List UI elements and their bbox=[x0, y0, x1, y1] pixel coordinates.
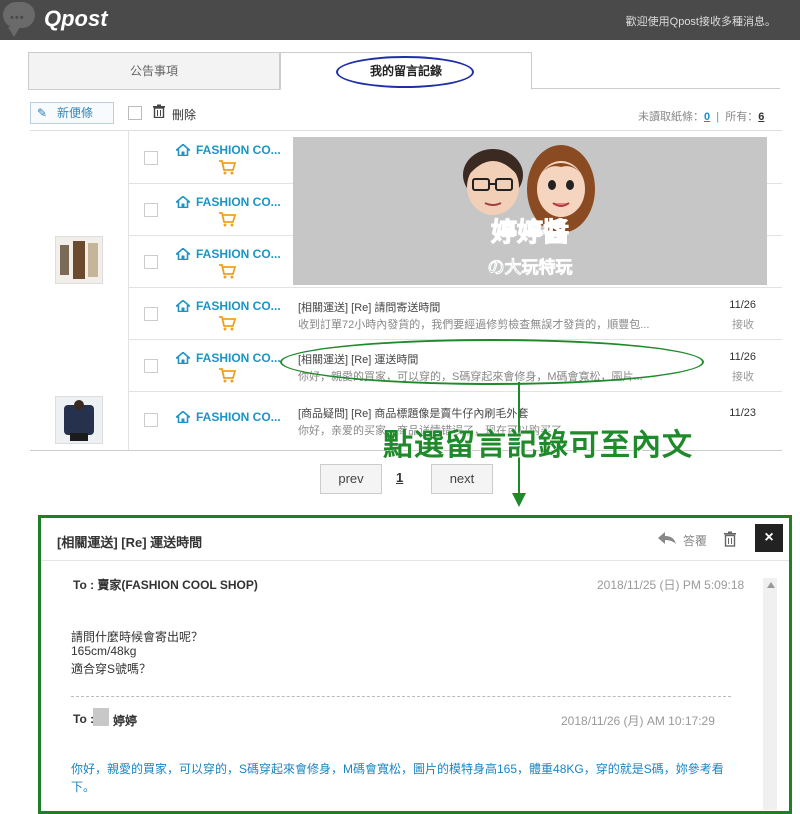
message-separator bbox=[71, 696, 731, 697]
cart-icon[interactable] bbox=[218, 211, 236, 227]
blog-watermark-image: 婷婷醬 の大玩特玩 bbox=[293, 137, 767, 285]
watermark-subtitle: の大玩特玩 bbox=[488, 257, 573, 278]
watermark-title: 婷婷醬 bbox=[491, 217, 569, 248]
message-body-line: 165cm/48kg bbox=[71, 644, 137, 658]
shop-name[interactable]: FASHION CO... bbox=[196, 195, 281, 209]
shop-name[interactable]: FASHION CO... bbox=[196, 351, 281, 365]
message-title: [相關運送] [Re] 運送時間 bbox=[57, 535, 203, 550]
shop-home-icon bbox=[176, 352, 190, 364]
count-separator: | bbox=[716, 111, 720, 123]
new-note-label: 新便條 bbox=[57, 106, 94, 120]
pencil-icon: ✎ bbox=[37, 106, 48, 120]
shop-name[interactable]: FASHION CO... bbox=[196, 299, 281, 313]
message-subject[interactable]: [相關運送] [Re] 請問寄送時間 bbox=[298, 299, 440, 315]
select-all-checkbox[interactable] bbox=[128, 106, 142, 120]
message-date: 11/23 bbox=[729, 407, 756, 419]
message-preview[interactable]: 收到訂單72小時內發貨的，我們要經過修剪檢查無誤才發貨的，順豐包... bbox=[298, 316, 649, 332]
message-counts: 未讀取紙條：0 | 所有：6 bbox=[638, 108, 764, 124]
redacted-name-block bbox=[93, 708, 109, 726]
shop-home-icon bbox=[176, 248, 190, 260]
logo-dots: ••• bbox=[10, 12, 25, 24]
message-timestamp: 2018/11/25 (日) PM 5:09:18 bbox=[597, 578, 745, 592]
header-divider bbox=[41, 560, 789, 561]
tab-announcements[interactable]: 公告事項 bbox=[28, 52, 280, 90]
message-recipient: To : 賣家(FASHION COOL SHOP) bbox=[73, 578, 258, 592]
new-note-button[interactable]: ✎ 新便條 bbox=[30, 102, 114, 124]
reply-body: 你好，親愛的買家，可以穿的，S碼穿起來會修身，M碼會寬松，圖片的模特身高165，… bbox=[71, 762, 724, 794]
total-label: 所有： bbox=[725, 111, 759, 123]
reply-timestamp: 2018/11/26 (月) AM 10:17:29 bbox=[561, 714, 715, 728]
reply-button[interactable]: 答覆 bbox=[683, 532, 707, 549]
page-number[interactable]: 1 bbox=[396, 470, 403, 485]
message-date: 11/26 bbox=[729, 351, 756, 363]
shop-home-icon bbox=[176, 144, 190, 156]
row-checkbox[interactable] bbox=[144, 359, 158, 373]
message-row[interactable]: FASHION CO... [相關運送] [Re] 請問寄送時間 收到訂單72小時內… bbox=[128, 287, 782, 340]
reply-icon[interactable] bbox=[657, 531, 677, 545]
cart-icon[interactable] bbox=[218, 315, 236, 331]
delete-button[interactable]: 刪除 bbox=[172, 106, 196, 123]
shop-name[interactable]: FASHION CO... bbox=[196, 247, 281, 261]
message-body-line: 請問什麼時候會寄出呢？ bbox=[71, 630, 204, 644]
row-checkbox[interactable] bbox=[144, 307, 158, 321]
shop-name[interactable]: FASHION CO... bbox=[196, 143, 281, 157]
reply-recipient-name: 婷婷 bbox=[113, 714, 138, 728]
message-subject[interactable]: [商品疑問] [Re] 商品標題像是賣牛仔內刷毛外套 bbox=[298, 405, 528, 421]
annotation-tab-circle bbox=[336, 56, 474, 88]
unread-count[interactable]: 0 bbox=[704, 111, 710, 123]
next-page-button[interactable]: next bbox=[431, 464, 493, 494]
total-count[interactable]: 6 bbox=[758, 111, 764, 123]
message-status: 接收 bbox=[732, 371, 754, 383]
cart-icon[interactable] bbox=[218, 159, 236, 175]
cart-icon[interactable] bbox=[218, 367, 236, 383]
message-detail-panel: [相關運送] [Re] 運送時間 答覆 × To : 賣家(FASHION CO… bbox=[38, 515, 792, 814]
unread-label: 未讀取紙條： bbox=[638, 111, 704, 123]
row-checkbox[interactable] bbox=[144, 203, 158, 217]
message-body-line: 適合穿S號嗎？ bbox=[71, 662, 152, 676]
product-thumbnail[interactable] bbox=[55, 396, 103, 444]
shop-home-icon bbox=[176, 300, 190, 312]
product-thumbnail[interactable] bbox=[55, 236, 103, 284]
shop-home-icon bbox=[176, 196, 190, 208]
trash-icon[interactable] bbox=[723, 531, 737, 547]
annotation-text: 點選留言記錄可至內文 bbox=[383, 429, 693, 462]
cart-icon[interactable] bbox=[218, 263, 236, 279]
annotation-arrowhead bbox=[512, 493, 526, 507]
scrollbar[interactable] bbox=[763, 578, 777, 810]
row-checkbox[interactable] bbox=[144, 255, 158, 269]
message-date: 11/26 bbox=[729, 299, 756, 311]
message-status: 接收 bbox=[732, 319, 754, 331]
app-logo[interactable]: Qpost bbox=[44, 6, 108, 32]
prev-page-button[interactable]: prev bbox=[320, 464, 382, 494]
row-checkbox[interactable] bbox=[144, 413, 158, 427]
scroll-up-arrow-icon[interactable] bbox=[767, 582, 775, 588]
annotation-row-circle bbox=[280, 339, 704, 385]
reply-recipient-prefix: To : bbox=[73, 712, 95, 726]
shop-home-icon bbox=[176, 411, 190, 423]
close-button[interactable]: × bbox=[755, 524, 783, 552]
trash-icon[interactable] bbox=[152, 104, 166, 118]
row-checkbox[interactable] bbox=[144, 151, 158, 165]
welcome-text: 歡迎使用Qpost接收多種消息。 bbox=[625, 16, 776, 28]
shop-name[interactable]: FASHION CO... bbox=[196, 410, 281, 424]
